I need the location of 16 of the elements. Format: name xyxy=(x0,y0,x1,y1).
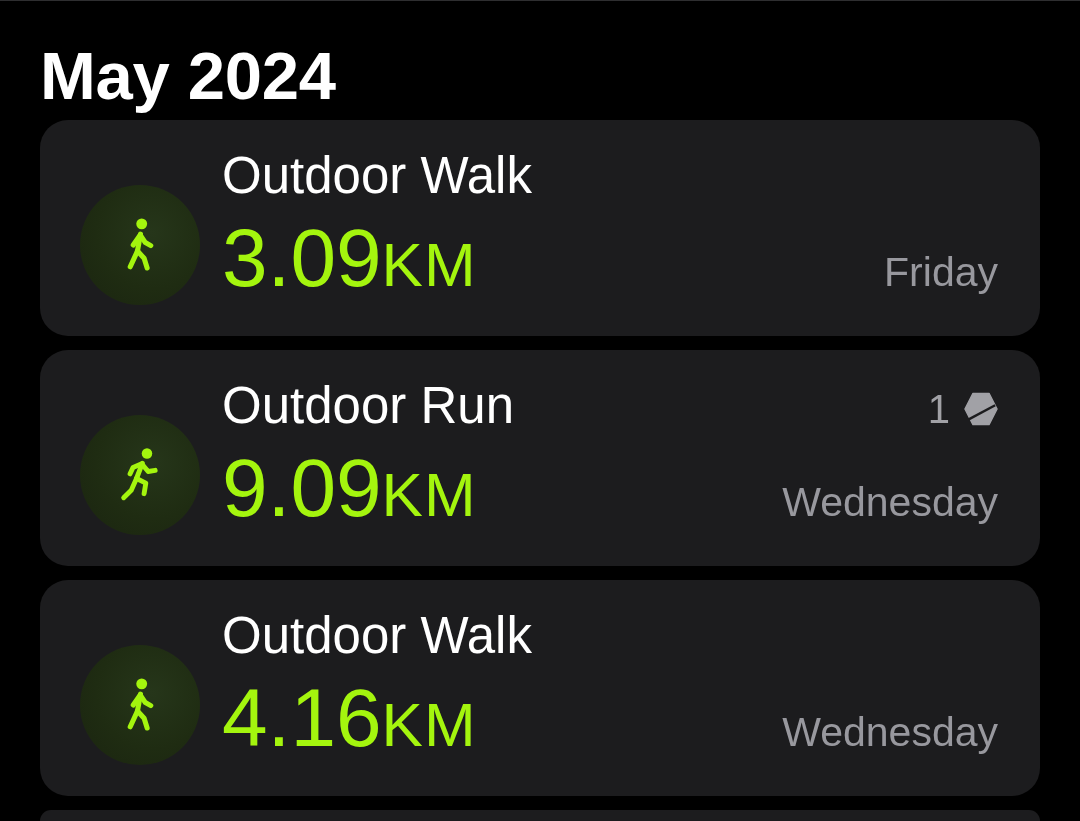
workout-distance: 4.16KM xyxy=(222,671,478,765)
workout-day: Wednesday xyxy=(782,479,998,526)
hexagon-badge-icon xyxy=(964,392,998,426)
workout-card[interactable]: Outdoor Walk 4.16KM Wednesday xyxy=(40,580,1040,796)
workout-distance: 3.09KM xyxy=(222,211,478,305)
workout-title: Outdoor Walk xyxy=(222,146,533,206)
workout-day: Friday xyxy=(884,249,998,296)
workout-title: Outdoor Run xyxy=(222,376,515,436)
workout-day: Wednesday xyxy=(782,709,998,756)
workout-distance: 9.09KM xyxy=(222,441,478,535)
month-heading: May 2024 xyxy=(40,37,336,114)
workout-title: Outdoor Walk xyxy=(222,606,533,666)
award-count: 1 xyxy=(927,389,950,429)
workout-card[interactable]: Outdoor Run 1 9.09KM Wednesday xyxy=(40,350,1040,566)
workout-card[interactable] xyxy=(40,810,1040,821)
workout-card[interactable]: Outdoor Walk 3.09KM Friday xyxy=(40,120,1040,336)
